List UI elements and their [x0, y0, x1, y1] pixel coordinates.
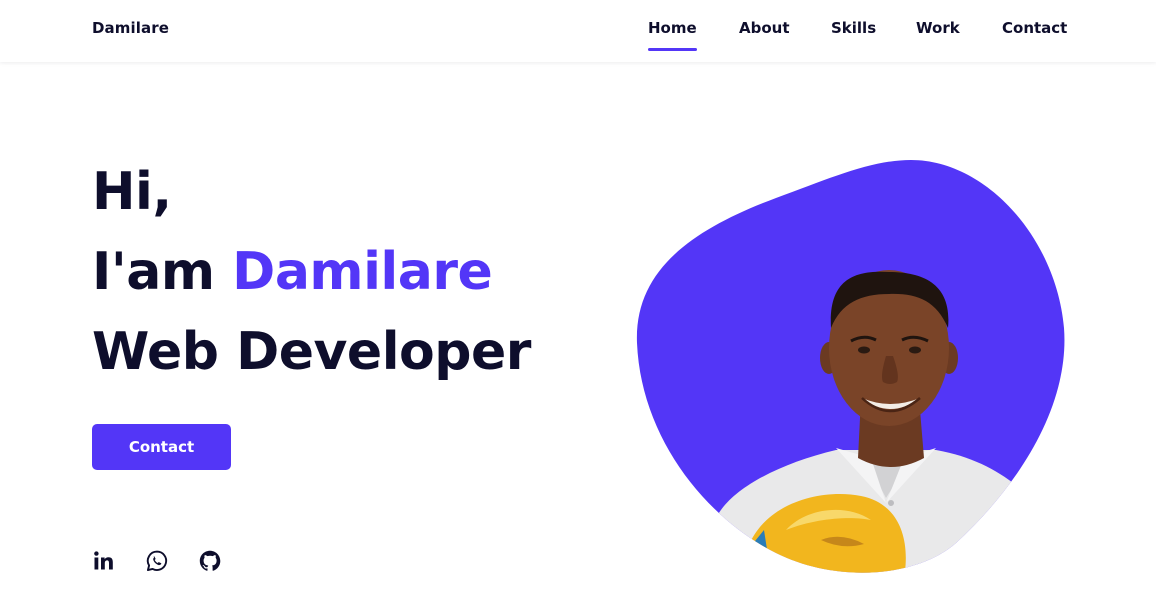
github-icon	[199, 550, 221, 571]
nav-item-work[interactable]: Work	[916, 19, 960, 51]
contact-button[interactable]: Contact	[92, 424, 231, 470]
hero-role: Web Developer	[92, 322, 531, 382]
hero-portrait	[636, 160, 1065, 573]
nav-item-home[interactable]: Home	[648, 19, 697, 51]
hero-name: Damilare	[232, 242, 493, 302]
hero-image	[636, 158, 1066, 578]
whatsapp-icon	[146, 550, 168, 572]
nav-item-contact[interactable]: Contact	[1002, 19, 1067, 51]
hero-title: Hi, I'am Damilare Web Developer	[92, 152, 531, 392]
nav-item-about[interactable]: About	[739, 19, 790, 51]
hero-intro-prefix: I'am	[92, 242, 233, 302]
hero-greeting: Hi,	[92, 162, 172, 222]
site-header: Damilare Home About Skills Work Contact	[0, 0, 1156, 62]
linkedin-icon	[94, 551, 113, 570]
main-nav: Home About Skills Work Contact	[0, 19, 1156, 51]
github-link[interactable]	[198, 549, 222, 573]
linkedin-link[interactable]	[92, 549, 116, 573]
hero-intro: I'am Damilare	[92, 232, 531, 312]
whatsapp-link[interactable]	[145, 549, 169, 573]
nav-item-skills[interactable]: Skills	[831, 19, 876, 51]
